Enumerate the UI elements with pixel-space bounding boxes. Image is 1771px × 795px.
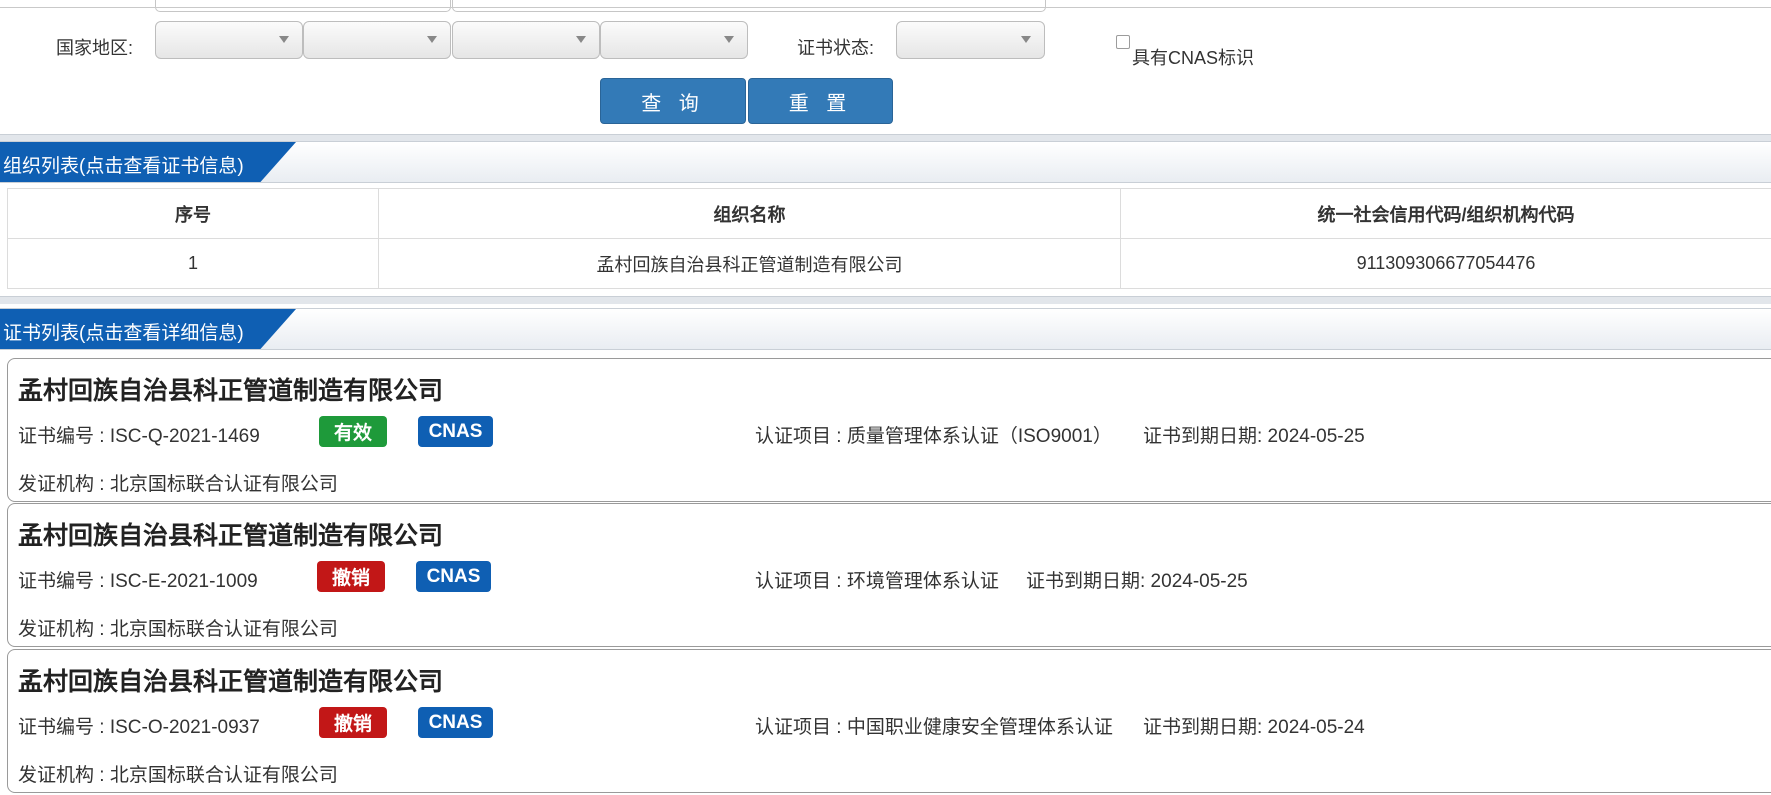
status-badge: 有效 xyxy=(319,416,387,447)
status-badge: 撤销 xyxy=(317,561,385,592)
status-badge: 撤销 xyxy=(319,707,387,738)
chevron-down-icon xyxy=(427,36,437,43)
section-separator xyxy=(0,296,1771,304)
cert-issuer: 发证机构 : 北京国标联合认证有限公司 xyxy=(18,474,338,495)
cert-project: 认证项目 : 环境管理体系认证 xyxy=(755,571,999,592)
cnas-checkbox[interactable] xyxy=(1116,35,1130,49)
chevron-down-icon xyxy=(279,36,289,43)
cert-project: 认证项目 : 质量管理体系认证（ISO9001） xyxy=(755,426,1112,447)
country-select[interactable] xyxy=(155,21,303,59)
cnas-badge: CNAS xyxy=(418,416,493,447)
district-select[interactable] xyxy=(600,21,748,59)
cert-section-title: 证书列表(点击查看详细信息) xyxy=(3,323,244,344)
org-table: 序号 组织名称 统一社会信用代码/组织机构代码 1 孟村回族自治县科正管道制造有… xyxy=(7,188,1771,289)
org-section-title: 组织列表(点击查看证书信息) xyxy=(3,156,244,177)
cert-card[interactable]: 孟村回族自治县科正管道制造有限公司 证书编号 : ISC-Q-2021-1469… xyxy=(7,358,1771,502)
status-select[interactable] xyxy=(896,21,1045,59)
chevron-down-icon xyxy=(1021,36,1031,43)
partial-input-top-right[interactable] xyxy=(452,0,1046,12)
cert-project: 认证项目 : 中国职业健康安全管理体系认证 xyxy=(755,717,1113,738)
table-header-row: 序号 组织名称 统一社会信用代码/组织机构代码 xyxy=(7,188,1771,239)
column-header-credit-code: 统一社会信用代码/组织机构代码 xyxy=(1120,188,1771,239)
org-section-header: 组织列表(点击查看证书信息) xyxy=(0,141,1771,183)
cnas-checkbox-label: 具有CNAS标识 xyxy=(1132,48,1255,68)
cnas-badge: CNAS xyxy=(418,707,493,738)
reset-button[interactable]: 重 置 xyxy=(748,78,893,124)
cert-number: 证书编号 : ISC-O-2021-0937 xyxy=(18,717,260,738)
table-row[interactable]: 1 孟村回族自治县科正管道制造有限公司 911309306677054476 xyxy=(7,238,1771,289)
column-header-index: 序号 xyxy=(7,188,379,239)
chevron-down-icon xyxy=(576,36,586,43)
cert-card[interactable]: 孟村回族自治县科正管道制造有限公司 证书编号 : ISC-O-2021-0937… xyxy=(7,649,1771,793)
cert-company-name: 孟村回族自治县科正管道制造有限公司 xyxy=(18,377,444,405)
partial-input-top-left[interactable] xyxy=(155,0,451,12)
cert-expiry: 证书到期日期: 2024-05-25 xyxy=(1143,426,1365,447)
row-credit-code: 911309306677054476 xyxy=(1120,238,1771,289)
cert-issuer: 发证机构 : 北京国标联合认证有限公司 xyxy=(18,619,338,640)
cert-expiry: 证书到期日期: 2024-05-24 xyxy=(1143,717,1365,738)
cert-section-header: 证书列表(点击查看详细信息) xyxy=(0,308,1771,350)
column-header-org-name: 组织名称 xyxy=(378,188,1121,239)
chevron-down-icon xyxy=(724,36,734,43)
city-select[interactable] xyxy=(452,21,600,59)
cert-number: 证书编号 : ISC-E-2021-1009 xyxy=(18,571,258,592)
row-index: 1 xyxy=(7,238,379,289)
cnas-badge: CNAS xyxy=(416,561,491,592)
cert-expiry: 证书到期日期: 2024-05-25 xyxy=(1026,571,1248,592)
query-button[interactable]: 查 询 xyxy=(600,78,746,124)
cert-company-name: 孟村回族自治县科正管道制造有限公司 xyxy=(18,668,444,696)
row-org-name[interactable]: 孟村回族自治县科正管道制造有限公司 xyxy=(378,238,1121,289)
region-label: 国家地区: xyxy=(56,38,134,58)
cert-issuer: 发证机构 : 北京国标联合认证有限公司 xyxy=(18,765,338,786)
status-label: 证书状态: xyxy=(797,38,875,58)
cert-card[interactable]: 孟村回族自治县科正管道制造有限公司 证书编号 : ISC-E-2021-1009… xyxy=(7,503,1771,647)
cert-company-name: 孟村回族自治县科正管道制造有限公司 xyxy=(18,522,444,550)
form-divider xyxy=(0,7,1771,8)
province-select[interactable] xyxy=(303,21,451,59)
cert-number: 证书编号 : ISC-Q-2021-1469 xyxy=(18,426,260,447)
